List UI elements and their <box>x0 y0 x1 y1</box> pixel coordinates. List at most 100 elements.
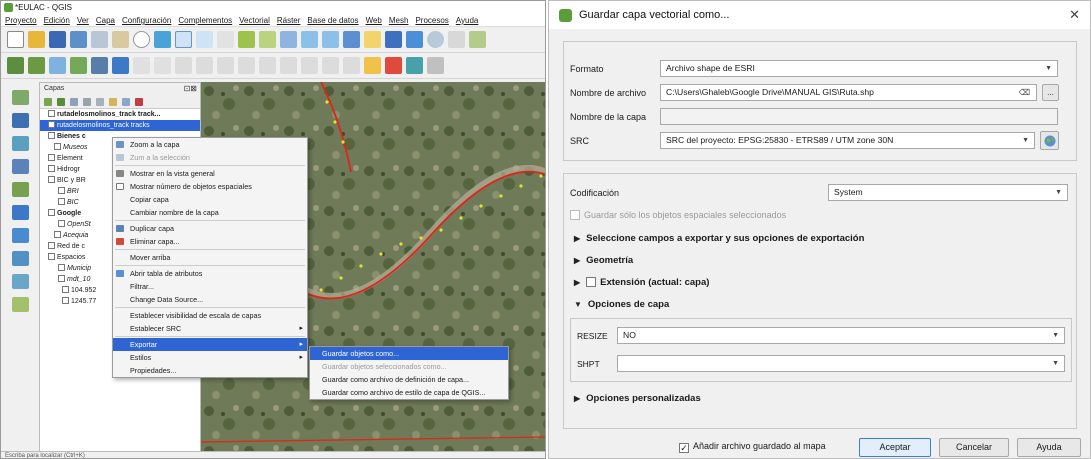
extent-checkbox[interactable] <box>586 277 597 287</box>
toggle-editing-icon[interactable] <box>154 57 171 74</box>
add-feature-icon[interactable] <box>196 57 213 74</box>
cut-features-icon[interactable] <box>259 57 276 74</box>
add-mesh-icon[interactable] <box>11 274 29 289</box>
diagram-icon[interactable] <box>385 57 402 74</box>
menu-item-1[interactable]: Edición <box>44 14 70 26</box>
add-raster-layer-icon[interactable] <box>49 57 66 74</box>
context-menu-item[interactable]: Mover arriba <box>113 251 307 264</box>
context-menu-item[interactable]: Establecer visibilidad de escala de capa… <box>113 309 307 322</box>
shpt-select[interactable]: ▼ <box>617 355 1065 372</box>
layer-visibility-checkbox[interactable] <box>48 253 55 260</box>
zoom-in-icon[interactable] <box>175 31 192 48</box>
add-wms-icon[interactable] <box>112 57 129 74</box>
context-menu-item[interactable]: Change Data Source... <box>113 293 307 306</box>
add-virtual-layer-icon[interactable] <box>11 297 29 312</box>
layer-visibility-checkbox[interactable] <box>48 154 55 161</box>
layer-visibility-checkbox[interactable] <box>54 143 61 150</box>
zoom-last-icon[interactable] <box>301 31 318 48</box>
filter-expression-icon[interactable] <box>96 97 104 106</box>
open-project-icon[interactable] <box>28 31 45 48</box>
layername-input[interactable] <box>660 108 1058 125</box>
menu-item-8[interactable]: Base de datos <box>307 14 358 26</box>
locator-search[interactable]: Escriba para localizar (Ctrl+K) <box>5 453 85 458</box>
layer-visibility-checkbox[interactable] <box>48 110 55 117</box>
export-submenu-item[interactable]: Guardar objetos seleccionados como... <box>310 360 508 373</box>
layer-visibility-checkbox[interactable] <box>48 121 55 128</box>
context-menu-item[interactable]: Establecer SRC ▸ <box>113 322 307 335</box>
vertex-tool-icon[interactable] <box>217 57 234 74</box>
context-menu-item[interactable]: Mostrar número de objetos espaciales <box>113 180 307 193</box>
layer-visibility-checkbox[interactable] <box>48 176 55 183</box>
section-fields[interactable]: ▶ Seleccione campos a exportar y sus opci… <box>574 232 864 246</box>
resize-select[interactable]: NO ▼ <box>617 327 1065 344</box>
add-to-map-checkbox[interactable]: ✓ <box>679 443 689 453</box>
layer-visibility-checkbox[interactable] <box>62 297 69 304</box>
layer-visibility-checkbox[interactable] <box>58 220 65 227</box>
export-submenu-item[interactable]: Guardar objetos como... <box>310 347 508 360</box>
layer-visibility-checkbox[interactable] <box>48 209 55 216</box>
save-project-icon[interactable] <box>49 31 66 48</box>
add-spatialite-icon[interactable] <box>11 159 29 174</box>
collapse-all-icon[interactable] <box>122 97 130 106</box>
menu-item-4[interactable]: Configuración <box>122 14 171 26</box>
accept-button[interactable]: Aceptar <box>859 438 931 457</box>
zoom-native-icon[interactable] <box>217 31 234 48</box>
layer-visibility-checkbox[interactable] <box>58 187 65 194</box>
menu-item-5[interactable]: Complementos <box>178 14 232 26</box>
context-menu-item[interactable]: Estilos ▸ <box>113 351 307 364</box>
identify-icon[interactable] <box>427 31 444 48</box>
filename-input[interactable]: C:\Users\Ghaleb\Google Drive\MANUAL GIS\… <box>660 84 1037 101</box>
menu-item-10[interactable]: Mesh <box>389 14 409 26</box>
add-vector-layer-icon[interactable] <box>28 57 45 74</box>
crs-selector-button[interactable] <box>1040 131 1059 150</box>
copy-features-icon[interactable] <box>280 57 297 74</box>
style-panel-icon[interactable] <box>44 97 52 106</box>
section-geometry[interactable]: ▶ Geometría <box>574 254 633 268</box>
close-icon[interactable]: ✕ <box>1069 1 1080 29</box>
pan-to-selection-icon[interactable] <box>154 31 171 48</box>
add-wms-layer-icon[interactable] <box>11 205 29 220</box>
context-menu-item[interactable]: Abrir tabla de atributos <box>113 267 307 280</box>
add-group-icon[interactable] <box>57 97 65 106</box>
show-bookmarks-icon[interactable] <box>385 31 402 48</box>
refresh-icon[interactable] <box>406 31 423 48</box>
undo-icon[interactable] <box>322 57 339 74</box>
context-menu-item[interactable]: Copiar capa <box>113 193 307 206</box>
layer-tree-item[interactable]: rutadelosmolinos_track track... <box>40 109 200 120</box>
menu-item-3[interactable]: Capa <box>96 14 115 26</box>
zoom-selection-icon[interactable] <box>259 31 276 48</box>
format-select[interactable]: Archivo shape de ESRI ▼ <box>660 60 1058 77</box>
browse-button[interactable]: ... <box>1042 84 1059 101</box>
edit-pencil-icon[interactable] <box>133 57 150 74</box>
paste-features-icon[interactable] <box>301 57 318 74</box>
encoding-select[interactable]: System ▼ <box>828 184 1068 201</box>
cancel-button[interactable]: Cancelar <box>939 438 1009 457</box>
context-menu-item[interactable]: Zum a la selección <box>113 151 307 164</box>
context-menu-item[interactable]: Cambiar nombre de la capa <box>113 206 307 219</box>
save-as-icon[interactable] <box>70 31 87 48</box>
zoom-layer-icon[interactable] <box>280 31 297 48</box>
section-custom-options[interactable]: ▶ Opciones personalizadas <box>574 392 701 406</box>
add-vector-icon[interactable] <box>11 90 29 105</box>
select-icon[interactable] <box>448 31 465 48</box>
style-manager-icon[interactable] <box>112 31 129 48</box>
add-postgis-icon[interactable] <box>91 57 108 74</box>
visibility-icon[interactable] <box>70 97 78 106</box>
layer-visibility-checkbox[interactable] <box>58 198 65 205</box>
show-hide-labels-icon[interactable] <box>427 57 444 74</box>
zoom-out-icon[interactable] <box>196 31 213 48</box>
selected-only-checkbox[interactable] <box>570 210 580 220</box>
export-submenu-item[interactable]: Guardar como archivo de definición de ca… <box>310 373 508 386</box>
bookmark-icon[interactable] <box>343 31 360 48</box>
data-source-manager-icon[interactable] <box>7 57 24 74</box>
zoom-full-icon[interactable] <box>238 31 255 48</box>
layer-visibility-checkbox[interactable] <box>48 242 55 249</box>
menu-item-0[interactable]: Proyecto <box>5 14 37 26</box>
add-raster-icon[interactable] <box>11 113 29 128</box>
expand-all-icon[interactable] <box>109 97 117 106</box>
layer-visibility-checkbox[interactable] <box>48 165 55 172</box>
context-menu-item[interactable]: Mostrar en la vista general <box>113 167 307 180</box>
context-menu-item[interactable]: Duplicar capa <box>113 222 307 235</box>
section-extent[interactable]: ▶ Extensión (actual: capa) <box>574 276 709 290</box>
layer-visibility-checkbox[interactable] <box>58 275 65 282</box>
